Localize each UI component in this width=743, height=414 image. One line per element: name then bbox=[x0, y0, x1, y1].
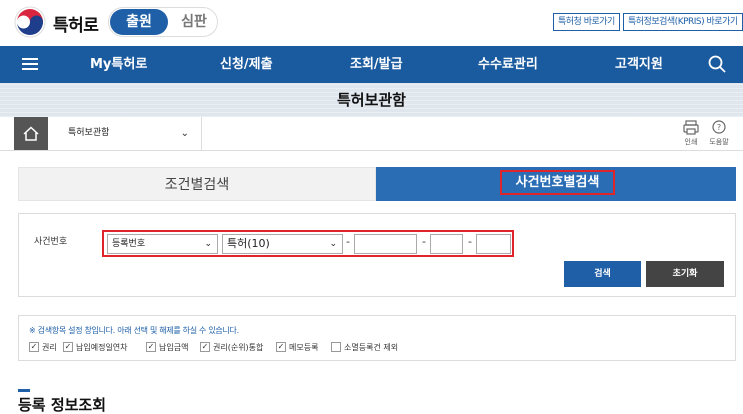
case-number-label: 사건번호 bbox=[34, 237, 68, 247]
svg-text:?: ? bbox=[717, 123, 721, 132]
top-bar: 특허로 출원 심판 특허청 바로가기 특허정보검색(KPRIS) 바로가기 bbox=[0, 0, 743, 46]
right-kind-select[interactable]: 특허(10) ⌄ bbox=[222, 234, 343, 254]
nav-item-my[interactable]: My특허로 bbox=[90, 46, 147, 83]
search-button[interactable]: 검색 bbox=[564, 261, 641, 287]
breadcrumb: 특허보관함 ⌄ 인쇄 ? 도움말 bbox=[0, 117, 743, 151]
options-note: ※ 검색항목 설정 창입니다. 아래 선택 및 해제를 하실 수 있습니다. bbox=[29, 326, 239, 335]
section-accent bbox=[18, 389, 30, 392]
chevron-down-icon: ⌄ bbox=[204, 239, 212, 249]
tab-case-number-search[interactable]: 사건번호별검색 bbox=[376, 167, 736, 201]
nav-item-inquiry[interactable]: 조회/발급 bbox=[350, 46, 403, 83]
kipo-link[interactable]: 특허청 바로가기 bbox=[553, 13, 620, 31]
site-name[interactable]: 특허로 bbox=[53, 11, 99, 36]
page-banner: 특허보관함 bbox=[0, 83, 743, 117]
tab-condition-search[interactable]: 조건별검색 bbox=[18, 167, 376, 201]
number-type-value: 등록번호 bbox=[112, 239, 146, 249]
help-icon: ? bbox=[712, 120, 726, 134]
right-kind-value: 특허(10) bbox=[227, 237, 270, 250]
checkbox-icon[interactable]: ✓ bbox=[29, 341, 39, 352]
nav-item-apply[interactable]: 신청/제출 bbox=[220, 46, 273, 83]
nav-item-support[interactable]: 고객지원 bbox=[615, 46, 663, 83]
checkbox-icon[interactable]: ✓ bbox=[63, 341, 73, 352]
checkbox-icon[interactable]: ✓ bbox=[146, 341, 156, 352]
checkbox-icon[interactable]: ✓ bbox=[276, 341, 286, 352]
breadcrumb-dropdown[interactable]: 특허보관함 ⌄ bbox=[48, 117, 202, 150]
mode-application-tab[interactable]: 출원 bbox=[110, 9, 168, 35]
option-amount[interactable]: ✓ 납입금액 bbox=[146, 341, 189, 354]
search-panel: 사건번호 등록번호 ⌄ 특허(10) ⌄ - - - 검색 초기화 bbox=[18, 213, 736, 297]
print-label: 인쇄 bbox=[684, 138, 698, 146]
print-icon bbox=[683, 120, 699, 135]
option-rank-merge[interactable]: ✓ 권리(순위)통합 bbox=[200, 341, 264, 354]
breadcrumb-label: 특허보관함 bbox=[68, 128, 110, 138]
option-right[interactable]: ✓ 권리 bbox=[29, 341, 57, 354]
kpris-link[interactable]: 특허정보검색(KPRIS) 바로가기 bbox=[623, 13, 743, 31]
page-title: 특허보관함 bbox=[336, 91, 406, 109]
nav-item-fees[interactable]: 수수료관리 bbox=[478, 46, 538, 83]
option-label: 메모등록 bbox=[289, 343, 319, 352]
case-year-input[interactable] bbox=[354, 234, 417, 254]
case-number-suffix-input[interactable] bbox=[476, 234, 511, 254]
separator: - bbox=[468, 235, 472, 248]
home-button[interactable] bbox=[14, 117, 48, 150]
checkbox-icon[interactable]: ✓ bbox=[200, 341, 210, 352]
option-label: 권리(순위)통합 bbox=[213, 343, 264, 352]
number-type-select[interactable]: 등록번호 ⌄ bbox=[107, 234, 218, 254]
mode-switch: 출원 심판 bbox=[108, 7, 218, 37]
checkbox-icon[interactable] bbox=[331, 341, 341, 352]
logo-icon[interactable] bbox=[14, 6, 46, 38]
separator: - bbox=[422, 235, 426, 248]
reset-button[interactable]: 초기화 bbox=[646, 261, 724, 287]
section-title: 등록 정보조회 bbox=[18, 396, 107, 414]
menu-icon[interactable] bbox=[22, 58, 38, 70]
chevron-down-icon: ⌄ bbox=[329, 239, 337, 249]
help-label: 도움말 bbox=[709, 138, 729, 146]
option-label: 납입예정일연차 bbox=[76, 343, 128, 352]
mode-trial-tab[interactable]: 심판 bbox=[173, 9, 215, 35]
separator: - bbox=[346, 235, 350, 248]
print-button[interactable]: 인쇄 bbox=[677, 117, 705, 150]
case-number-group: 등록번호 ⌄ 특허(10) ⌄ - - - bbox=[102, 230, 514, 257]
option-label: 권리 bbox=[42, 343, 57, 352]
option-exclude-expired[interactable]: 소멸등록건 제외 bbox=[331, 341, 399, 354]
tab-case-number-label: 사건번호별검색 bbox=[500, 170, 615, 195]
search-icon[interactable] bbox=[708, 55, 726, 73]
main-nav: My특허로 신청/제출 조회/발급 수수료관리 고객지원 bbox=[0, 46, 743, 83]
home-icon bbox=[23, 126, 39, 141]
option-label: 납입금액 bbox=[159, 343, 189, 352]
chevron-down-icon: ⌄ bbox=[180, 128, 189, 139]
search-options-panel: ※ 검색항목 설정 창입니다. 아래 선택 및 해제를 하실 수 있습니다. ✓… bbox=[18, 315, 736, 361]
option-due-year[interactable]: ✓ 납입예정일연차 bbox=[63, 341, 128, 354]
help-button[interactable]: ? 도움말 bbox=[705, 117, 733, 150]
case-number-part-input[interactable] bbox=[430, 234, 463, 254]
option-label: 소멸등록건 제외 bbox=[344, 343, 399, 352]
option-memo[interactable]: ✓ 메모등록 bbox=[276, 341, 319, 354]
